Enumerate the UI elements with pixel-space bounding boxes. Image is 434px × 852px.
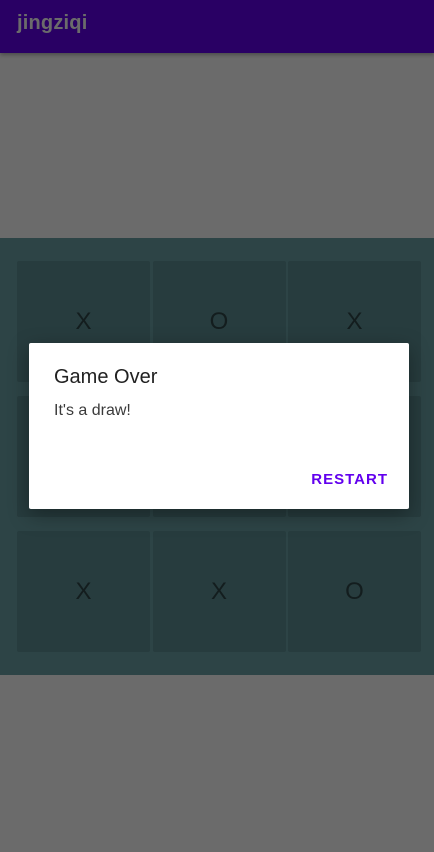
dialog-title: Game Over (54, 366, 158, 388)
game-over-dialog: Game Over It's a draw! RESTART (29, 343, 409, 509)
app-screen: jingziqi X O X X X O Game Over It's a dr… (0, 0, 434, 852)
dialog-message: It's a draw! (54, 402, 131, 419)
restart-button[interactable]: RESTART (311, 471, 388, 488)
